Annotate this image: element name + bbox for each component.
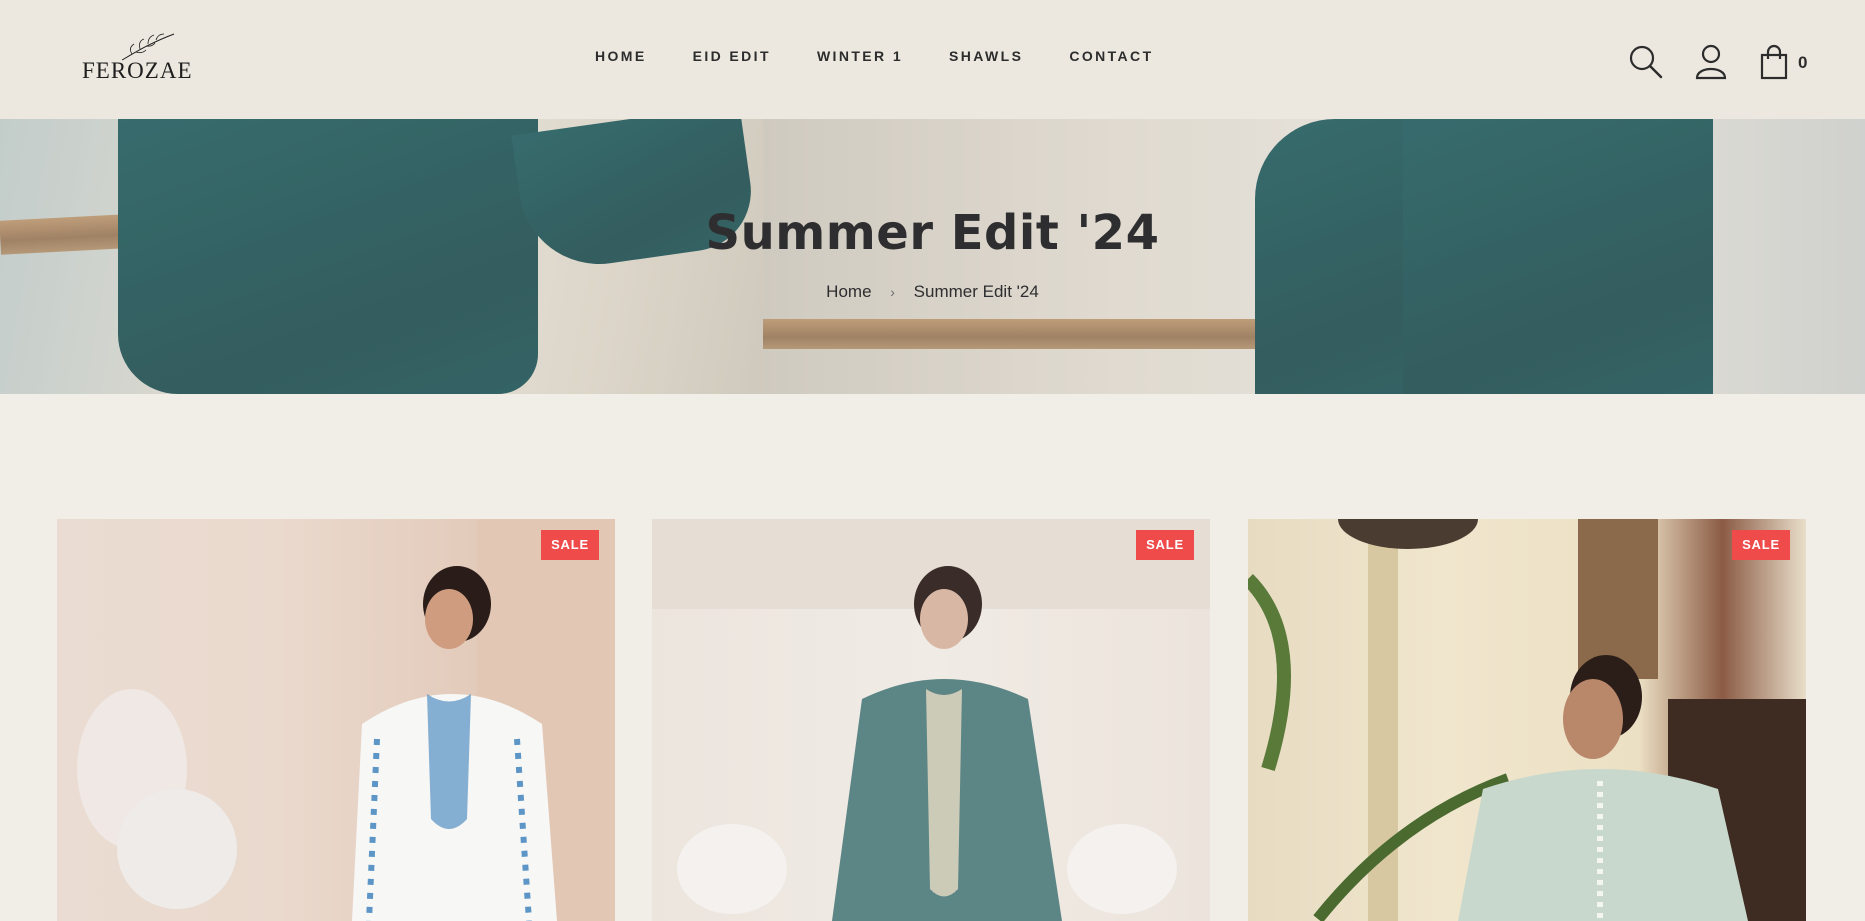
brand-logo[interactable]: FEROZAE xyxy=(82,32,192,84)
chevron-right-icon: › xyxy=(890,283,895,300)
sale-badge: SALE xyxy=(1136,530,1194,560)
product-image xyxy=(77,519,615,921)
nav-item-contact[interactable]: CONTACT xyxy=(1069,48,1153,64)
breadcrumb-current: Summer Edit '24 xyxy=(913,281,1039,301)
breadcrumb: Home › Summer Edit '24 xyxy=(0,281,1865,302)
product-card[interactable]: SALE xyxy=(652,519,1210,921)
nav-item-winter-1[interactable]: WINTER 1 xyxy=(817,48,903,64)
nav-item-shawls[interactable]: SHAWLS xyxy=(949,48,1023,64)
page-title: Summer Edit '24 xyxy=(705,205,1160,261)
nav-item-eid-edit[interactable]: EID EDIT xyxy=(693,48,771,64)
main-nav: HOME EID EDIT WINTER 1 SHAWLS CONTACT xyxy=(595,48,1200,64)
shopping-bag-icon[interactable] xyxy=(1759,44,1789,85)
cart-count[interactable]: 0 xyxy=(1798,53,1807,73)
collection-hero-banner: Summer Edit '24 Home › Summer Edit '24 xyxy=(0,119,1865,394)
sale-badge: SALE xyxy=(1732,530,1790,560)
site-header: FEROZAE HOME EID EDIT WINTER 1 SHAWLS CO… xyxy=(0,0,1865,119)
brand-name: FEROZAE xyxy=(82,58,193,83)
product-image xyxy=(1248,519,1806,921)
sale-badge: SALE xyxy=(541,530,599,560)
nav-item-home[interactable]: HOME xyxy=(595,48,647,64)
product-image xyxy=(652,519,1210,921)
breadcrumb-home[interactable]: Home xyxy=(826,282,871,302)
product-card[interactable]: SALE xyxy=(1248,519,1806,921)
product-card[interactable]: SALE xyxy=(57,519,615,921)
user-icon[interactable] xyxy=(1694,44,1728,85)
search-icon[interactable] xyxy=(1628,44,1664,85)
